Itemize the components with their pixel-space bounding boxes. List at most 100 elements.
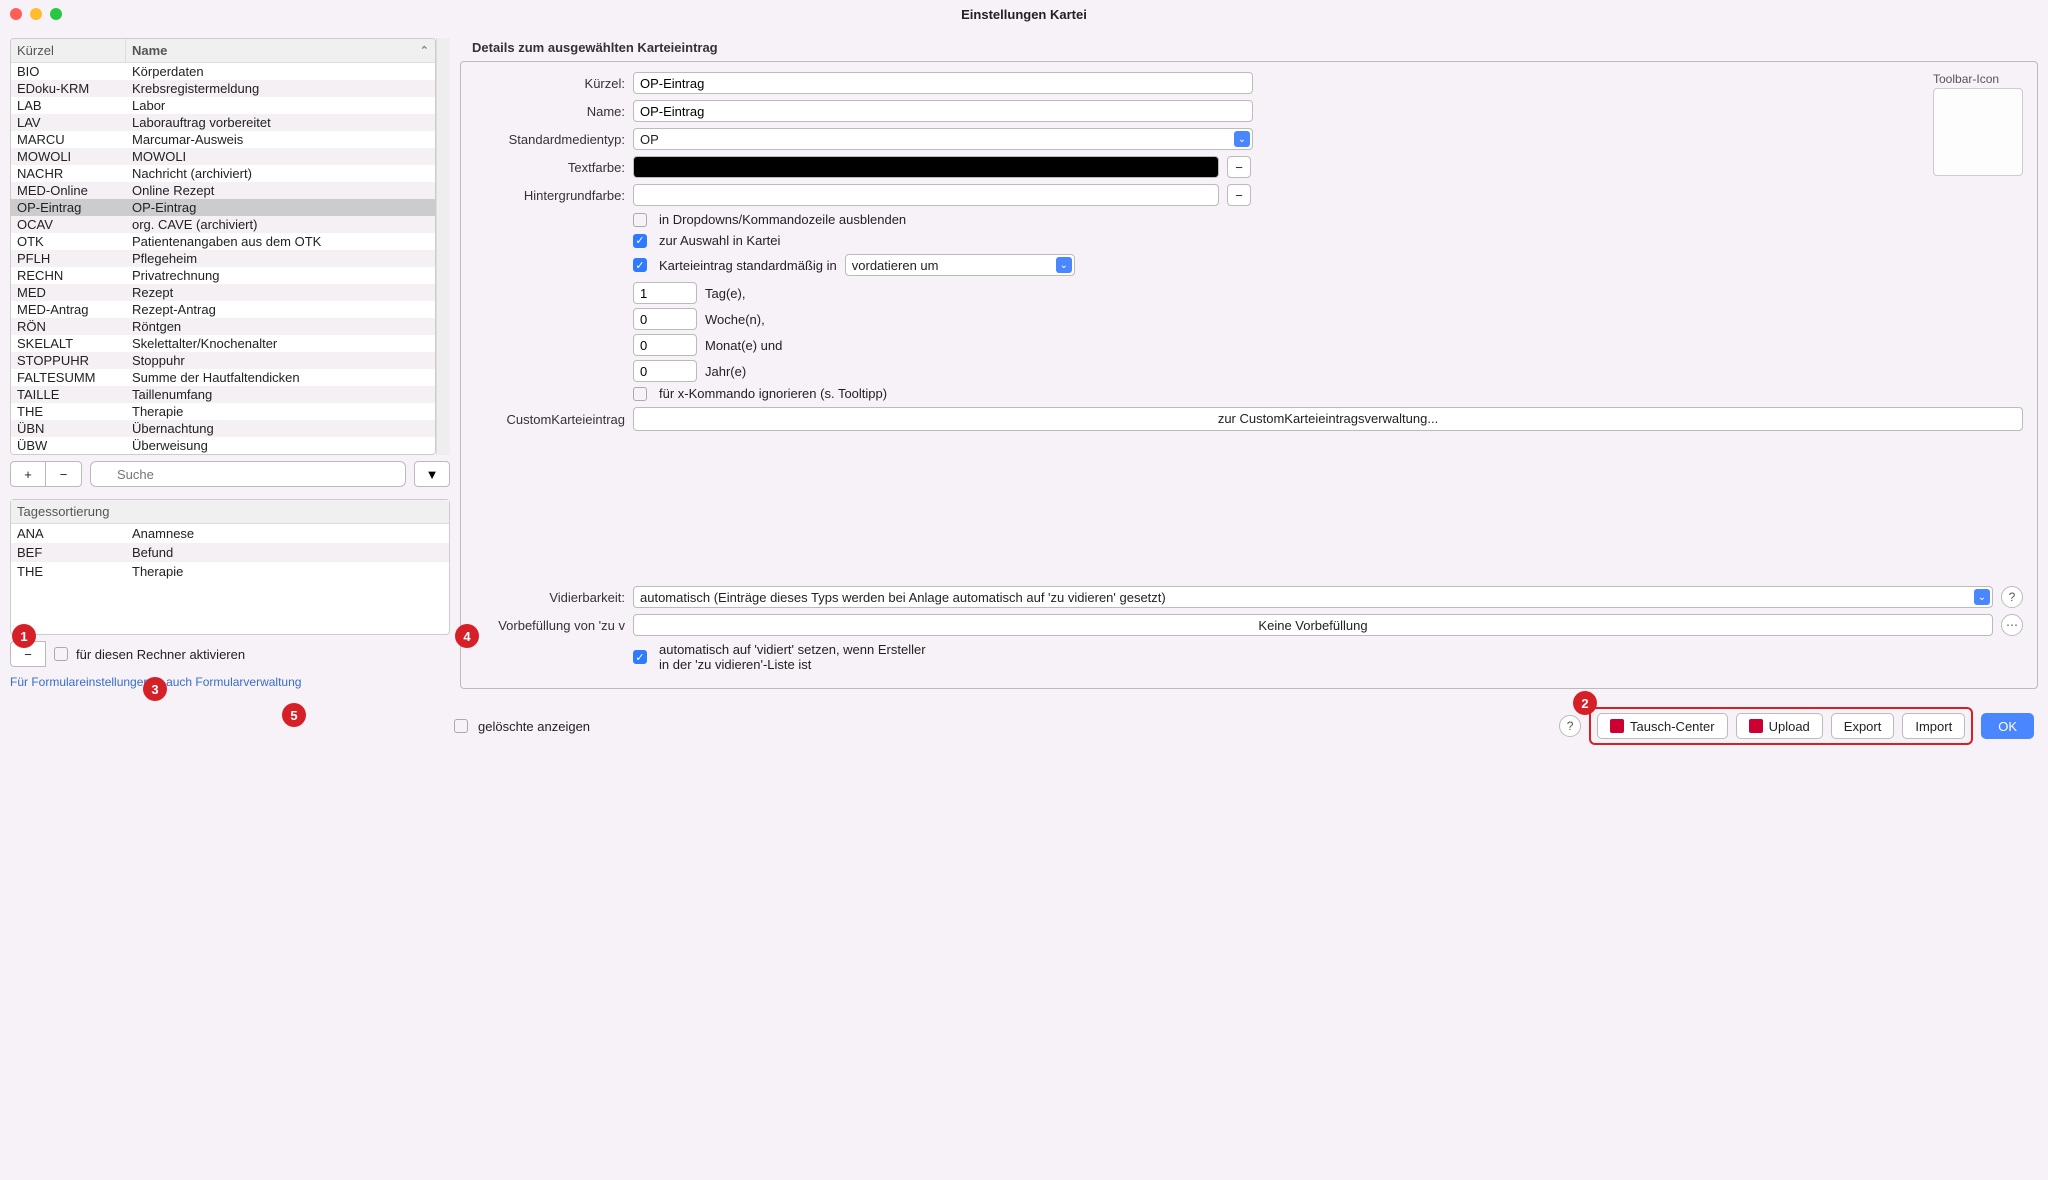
table-row[interactable]: PFLHPflegeheim bbox=[11, 250, 435, 267]
table-row[interactable]: EDoku-KRMKrebsregistermeldung bbox=[11, 80, 435, 97]
mediatype-value: OP bbox=[640, 132, 659, 147]
bgcolor-well[interactable] bbox=[633, 184, 1219, 206]
activate-checkbox[interactable] bbox=[54, 647, 68, 661]
sort-row[interactable]: THETherapie bbox=[11, 562, 449, 581]
days-input[interactable] bbox=[633, 282, 697, 304]
table-row[interactable]: SKELALTSkelettalter/Knochenalter bbox=[11, 335, 435, 352]
custom-management-button[interactable]: zur CustomKarteieintragsverwaltung... bbox=[633, 407, 2023, 431]
table-row[interactable]: RÖNRöntgen bbox=[11, 318, 435, 335]
search-input[interactable] bbox=[90, 461, 406, 487]
vorbefullung-select[interactable]: Keine Vorbefüllung bbox=[633, 614, 1993, 636]
export-button[interactable]: Export bbox=[1831, 713, 1895, 739]
table-row[interactable]: FALTESUMMSumme der Hautfaltendicken bbox=[11, 369, 435, 386]
months-label: Monat(e) und bbox=[705, 338, 782, 353]
sort-row[interactable]: BEFBefund bbox=[11, 543, 449, 562]
cell-kurzel: LAB bbox=[17, 98, 132, 113]
table-row[interactable]: OCAVorg. CAVE (archiviert) bbox=[11, 216, 435, 233]
mediatype-select[interactable]: OP ⌄ bbox=[633, 128, 1253, 150]
toolbar-icon-label: Toolbar-Icon bbox=[1933, 72, 2023, 86]
table-row[interactable]: OP-EintragOP-Eintrag bbox=[11, 199, 435, 216]
remove-button[interactable]: − bbox=[46, 461, 82, 487]
show-deleted-row[interactable]: gelöschte anzeigen bbox=[454, 719, 590, 734]
table-row[interactable]: MOWOLIMOWOLI bbox=[11, 148, 435, 165]
scrollbar[interactable] bbox=[436, 38, 450, 455]
upload-button[interactable]: Upload bbox=[1736, 713, 1823, 739]
cell-name: Skelettalter/Knochenalter bbox=[132, 336, 429, 351]
table-row[interactable]: RECHNPrivatrechnung bbox=[11, 267, 435, 284]
window-zoom[interactable] bbox=[50, 8, 62, 20]
hide-dropdown-checkbox[interactable] bbox=[633, 213, 647, 227]
table-row[interactable]: MEDRezept bbox=[11, 284, 435, 301]
tausch-icon bbox=[1610, 719, 1624, 733]
table-row[interactable]: THETherapie bbox=[11, 403, 435, 420]
vordatieren-value: vordatieren um bbox=[852, 258, 939, 273]
bgcolor-reset-button[interactable]: − bbox=[1227, 184, 1251, 206]
weeks-input[interactable] bbox=[633, 308, 697, 330]
days-label: Tag(e), bbox=[705, 286, 745, 301]
entries-table-body[interactable]: BIOKörperdatenEDoku-KRMKrebsregistermeld… bbox=[11, 63, 435, 454]
cell-kurzel: STOPPUHR bbox=[17, 353, 132, 368]
cell-kurzel: NACHR bbox=[17, 166, 132, 181]
table-row[interactable]: LAVLaborauftrag vorbereitet bbox=[11, 114, 435, 131]
cell-kurzel: RÖN bbox=[17, 319, 132, 334]
textcolor-reset-button[interactable]: − bbox=[1227, 156, 1251, 178]
sort-row[interactable]: ANAAnamnese bbox=[11, 524, 449, 543]
table-row[interactable]: MED-OnlineOnline Rezept bbox=[11, 182, 435, 199]
cell-kurzel: OTK bbox=[17, 234, 132, 249]
vorbefullung-more-button[interactable]: ⋯ bbox=[2001, 614, 2023, 636]
auswahl-checkbox[interactable]: ✓ bbox=[633, 234, 647, 248]
ok-button[interactable]: OK bbox=[1981, 713, 2034, 739]
xignore-checkbox[interactable] bbox=[633, 387, 647, 401]
show-deleted-label: gelöschte anzeigen bbox=[478, 719, 590, 734]
cell-name: Laborauftrag vorbereitet bbox=[132, 115, 429, 130]
table-row[interactable]: STOPPUHRStoppuhr bbox=[11, 352, 435, 369]
table-row[interactable]: ÜBNÜbernachtung bbox=[11, 420, 435, 437]
footer-help-button[interactable]: ? bbox=[1559, 715, 1581, 737]
cell-name: Anamnese bbox=[132, 526, 443, 541]
vidierbarkeit-help-button[interactable]: ? bbox=[2001, 586, 2023, 608]
table-row[interactable]: MED-AntragRezept-Antrag bbox=[11, 301, 435, 318]
window-close[interactable] bbox=[10, 8, 22, 20]
cell-name: Online Rezept bbox=[132, 183, 429, 198]
textcolor-well[interactable] bbox=[633, 156, 1219, 178]
cell-name: Nachricht (archiviert) bbox=[132, 166, 429, 181]
kurzel-input[interactable] bbox=[633, 72, 1253, 94]
vidierbarkeit-select[interactable]: automatisch (Einträge dieses Typs werden… bbox=[633, 586, 1993, 608]
standard-checkbox[interactable]: ✓ bbox=[633, 258, 647, 272]
show-deleted-checkbox[interactable] bbox=[454, 719, 468, 733]
column-header-kurzel[interactable]: Kürzel bbox=[11, 39, 126, 62]
textcolor-label: Textfarbe: bbox=[475, 160, 625, 175]
table-row[interactable]: TAILLETaillenumfang bbox=[11, 386, 435, 403]
cell-name: Patientenangaben aus dem OTK bbox=[132, 234, 429, 249]
column-header-name-label: Name bbox=[132, 43, 167, 58]
mediatype-label: Standardmedientyp: bbox=[475, 132, 625, 147]
vordatieren-select[interactable]: vordatieren um ⌄ bbox=[845, 254, 1075, 276]
table-row[interactable]: BIOKörperdaten bbox=[11, 63, 435, 80]
add-button[interactable]: + bbox=[10, 461, 46, 487]
import-button[interactable]: Import bbox=[1902, 713, 1965, 739]
column-header-name[interactable]: Name ⌃ bbox=[126, 39, 435, 62]
cell-name: Marcumar-Ausweis bbox=[132, 132, 429, 147]
kurzel-label: Kürzel: bbox=[475, 76, 625, 91]
name-input[interactable] bbox=[633, 100, 1253, 122]
months-input[interactable] bbox=[633, 334, 697, 356]
cell-name: Körperdaten bbox=[132, 64, 429, 79]
auto-vidiert-checkbox[interactable]: ✓ bbox=[633, 650, 647, 664]
window-minimize[interactable] bbox=[30, 8, 42, 20]
table-row[interactable]: LABLabor bbox=[11, 97, 435, 114]
years-input[interactable] bbox=[633, 360, 697, 382]
table-row[interactable]: ÜBWÜberweisung bbox=[11, 437, 435, 454]
table-row[interactable]: MARCUMarcumar-Ausweis bbox=[11, 131, 435, 148]
form-settings-link[interactable]: Für Formulareinstellungen s. auch Formul… bbox=[10, 675, 450, 689]
table-row[interactable]: NACHRNachricht (archiviert) bbox=[11, 165, 435, 182]
annotation-badge-5: 5 bbox=[282, 703, 306, 727]
sort-chevron-icon: ⌃ bbox=[420, 44, 429, 57]
filter-dropdown-button[interactable]: ▼ bbox=[414, 461, 450, 487]
sort-table-body[interactable]: ANAAnamneseBEFBefundTHETherapie bbox=[11, 524, 449, 634]
cell-kurzel: MED-Antrag bbox=[17, 302, 132, 317]
toolbar-icon-well[interactable] bbox=[1933, 88, 2023, 176]
tausch-center-button[interactable]: Tausch-Center bbox=[1597, 713, 1728, 739]
cell-kurzel: BIO bbox=[17, 64, 132, 79]
table-row[interactable]: OTKPatientenangaben aus dem OTK bbox=[11, 233, 435, 250]
activate-checkbox-row[interactable]: für diesen Rechner aktivieren bbox=[54, 647, 245, 662]
